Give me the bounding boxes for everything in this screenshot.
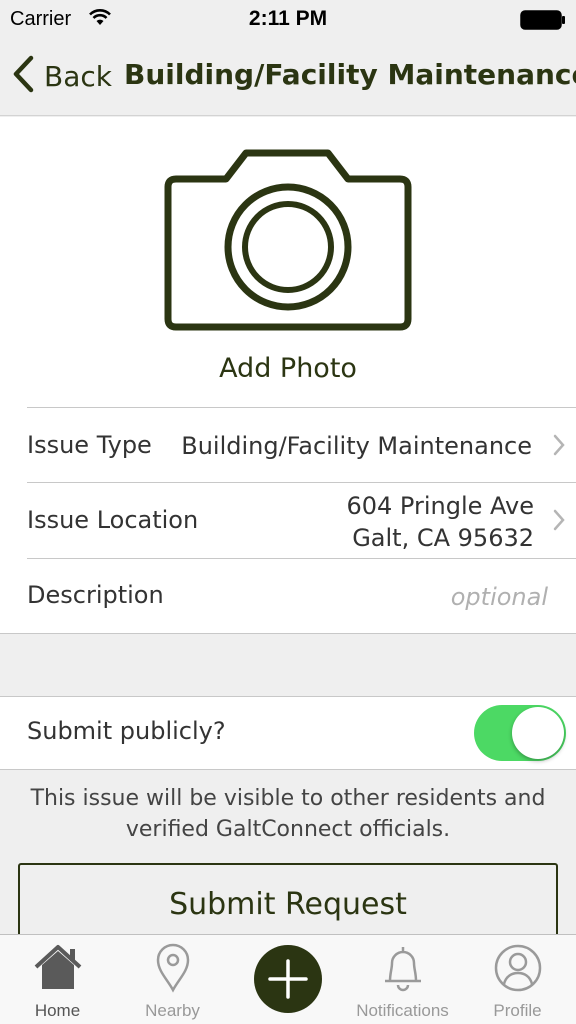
back-label: Back <box>44 59 112 93</box>
profile-icon <box>460 943 575 993</box>
add-photo-button[interactable]: Add Photo <box>0 353 576 384</box>
issue-type-value: Building/Facility Maintenance <box>181 432 532 460</box>
photo-section: Add Photo <box>0 117 576 407</box>
issue-location-row[interactable]: Issue Location 604 Pringle Ave Galt, CA … <box>0 482 576 558</box>
tab-nearby[interactable]: Nearby <box>115 935 230 1024</box>
submit-publicly-row: Submit publicly? <box>0 697 576 770</box>
divider <box>27 482 576 483</box>
bell-icon <box>345 943 460 993</box>
description-label: Description <box>27 581 164 609</box>
chevron-left-icon <box>12 55 34 97</box>
issue-type-label: Issue Type <box>27 431 152 459</box>
tab-home[interactable]: Home <box>0 935 115 1024</box>
navigation-bar: Back Building/Facility Maintenance <box>0 40 576 116</box>
submit-publicly-toggle[interactable] <box>474 705 566 761</box>
location-line-2: Galt, CA 95632 <box>352 524 534 552</box>
tab-label: Notifications <box>356 1001 449 1020</box>
tab-profile[interactable]: Profile <box>460 935 575 1024</box>
plus-icon <box>268 959 308 999</box>
submit-publicly-label: Submit publicly? <box>27 717 226 745</box>
description-input[interactable]: optional <box>451 583 548 611</box>
page-title: Building/Facility Maintenance <box>124 58 576 91</box>
chevron-right-icon <box>552 508 566 536</box>
divider <box>27 407 576 408</box>
back-button[interactable]: Back <box>12 55 112 97</box>
home-icon <box>0 943 115 991</box>
location-line-1: 604 Pringle Ave <box>346 492 534 520</box>
battery-icon <box>520 10 566 30</box>
chevron-right-icon <box>552 433 566 461</box>
tab-bar: Home Nearby Notifications Profile <box>0 934 576 1024</box>
tab-label: Profile <box>493 1001 542 1020</box>
visibility-notice: This issue will be visible to other resi… <box>0 783 576 845</box>
tab-notifications[interactable]: Notifications <box>345 935 460 1024</box>
tab-label: Home <box>34 1001 81 1020</box>
notice-line-1: This issue will be visible to other resi… <box>30 786 546 811</box>
clock: 2:11 PM <box>248 7 328 30</box>
tab-label: Nearby <box>145 1001 200 1020</box>
notice-line-2: verified GaltConnect officials. <box>125 817 451 842</box>
issue-location-value: 604 Pringle Ave Galt, CA 95632 <box>346 490 534 554</box>
status-bar: Carrier 2:11 PM <box>0 0 576 40</box>
divider <box>27 558 576 559</box>
description-row[interactable]: Description optional <box>0 558 576 633</box>
toggle-knob <box>512 707 564 759</box>
issue-type-row[interactable]: Issue Type Building/Facility Maintenance <box>0 407 576 482</box>
add-issue-button[interactable] <box>254 945 322 1013</box>
camera-icon[interactable] <box>164 147 412 335</box>
location-pin-icon <box>115 943 230 993</box>
issue-location-label: Issue Location <box>27 506 199 534</box>
section-gap <box>0 633 576 697</box>
